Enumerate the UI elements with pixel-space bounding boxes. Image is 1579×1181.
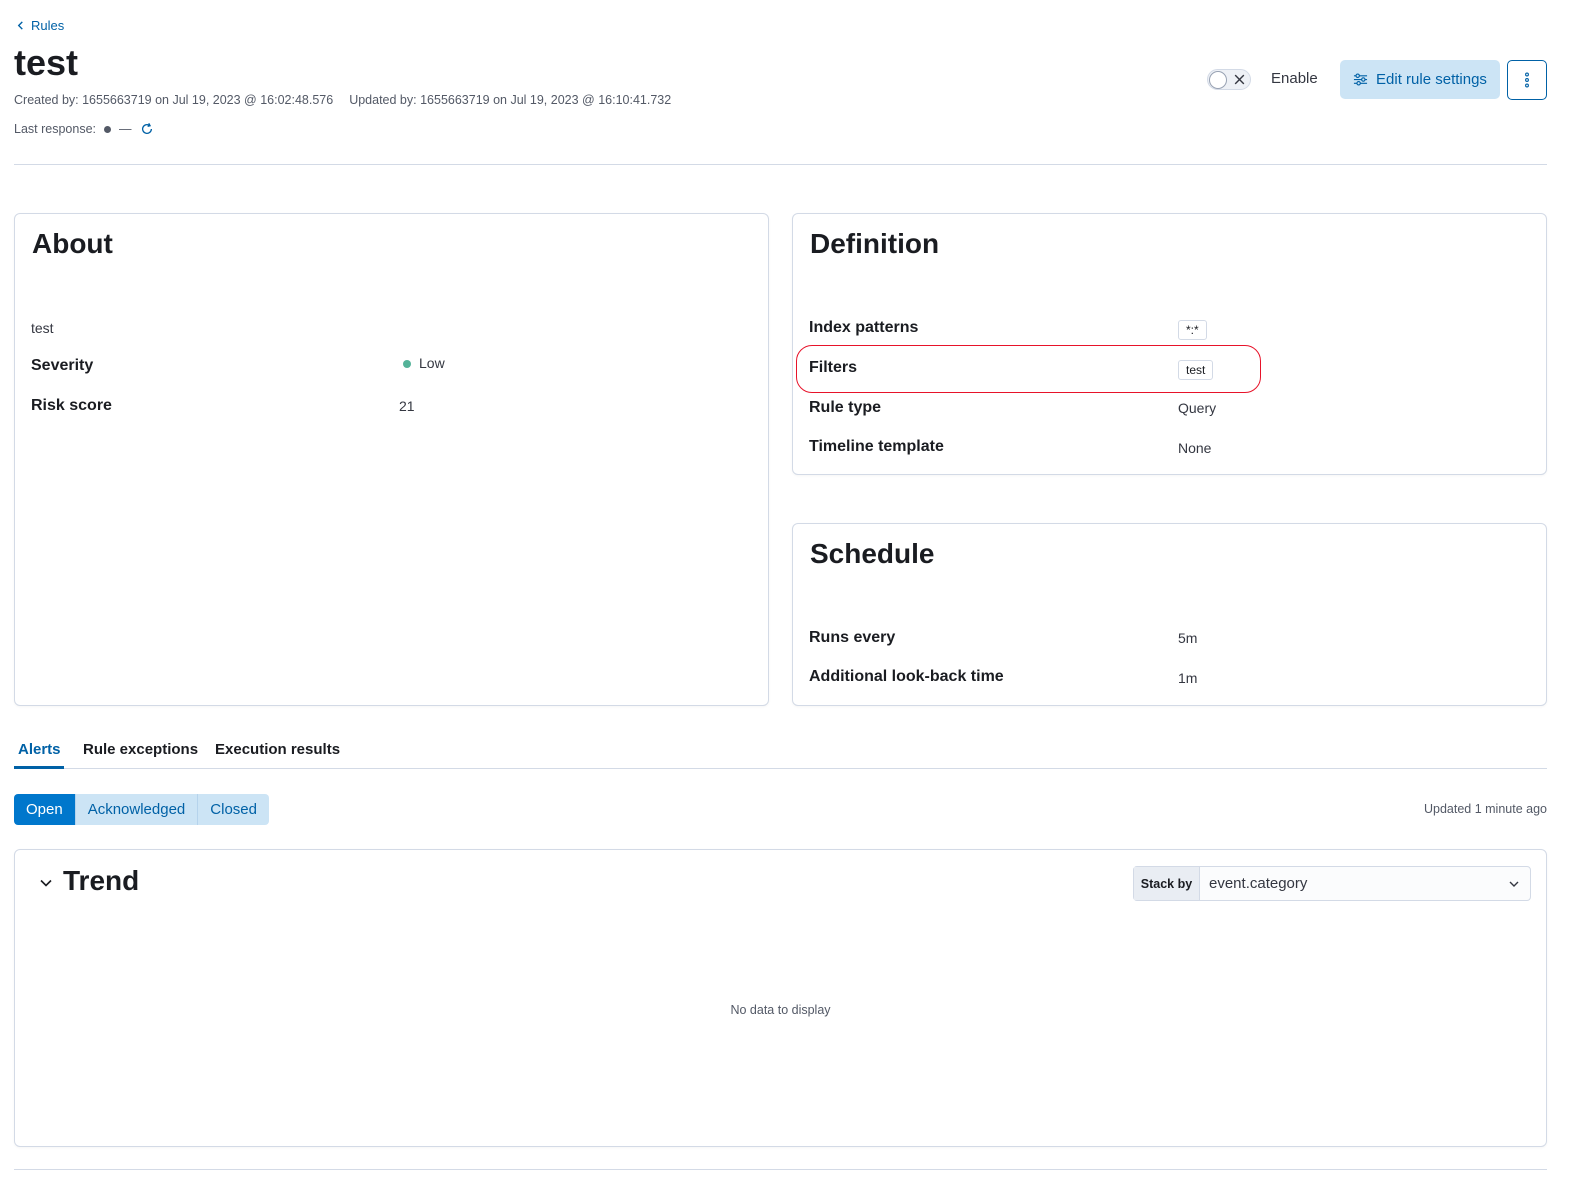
rule-meta: Created by: 1655663719 on Jul 19, 2023 @… (14, 93, 671, 107)
severity-label: Severity (31, 357, 94, 374)
enable-label: Enable (1271, 70, 1318, 87)
stack-by-chevron (1498, 867, 1530, 900)
active-tab-indicator (14, 766, 64, 769)
toggle-knob (1209, 71, 1227, 89)
created-by-text: Created by: 1655663719 on Jul 19, 2023 @… (14, 93, 334, 107)
about-panel: About test Severity Low Risk score 21 (14, 213, 769, 706)
chevron-left-icon (17, 21, 23, 30)
lookback-label: Additional look-back time (809, 668, 1004, 685)
no-data-message: No data to display (730, 1003, 831, 1017)
about-title: About (32, 228, 113, 259)
stack-by-value: event.category (1209, 875, 1308, 892)
settings-sliders-icon (1353, 73, 1368, 86)
index-patterns-label: Index patterns (809, 319, 919, 336)
index-pattern-badge: *:* (1178, 320, 1207, 340)
trend-panel: Trend Stack by event.category No data to… (14, 849, 1547, 1147)
chevron-down-icon (1509, 881, 1519, 887)
risk-score-value: 21 (399, 398, 415, 414)
tabs-divider (14, 768, 1547, 769)
timeline-template-label: Timeline template (809, 438, 944, 455)
lookback-value: 1m (1178, 670, 1198, 686)
severity-text: Low (419, 355, 445, 371)
tab-alerts[interactable]: Alerts (18, 741, 61, 758)
header-divider (14, 164, 1547, 165)
severity-value: Low (403, 355, 445, 371)
last-response-label: Last response: (14, 122, 96, 136)
status-open-button[interactable]: Open (14, 794, 76, 825)
status-acknowledged-button[interactable]: Acknowledged (75, 794, 199, 825)
updated-timestamp: Updated 1 minute ago (1423, 802, 1547, 816)
schedule-panel: Schedule Runs every 5m Additional look-b… (792, 523, 1547, 706)
definition-title: Definition (810, 228, 940, 259)
timeline-template-value: None (1178, 440, 1212, 456)
about-description: test (31, 320, 54, 336)
tab-execution-results[interactable]: Execution results (215, 741, 340, 758)
back-link-label: Rules (31, 18, 65, 33)
status-dot-icon (104, 125, 111, 133)
chevron-down-icon[interactable] (39, 876, 53, 890)
runs-every-value: 5m (1178, 630, 1198, 646)
more-actions-button[interactable] (1507, 60, 1547, 100)
rule-type-value: Query (1178, 400, 1217, 416)
severity-dot-icon (403, 360, 411, 369)
status-closed-button[interactable]: Closed (198, 794, 269, 825)
trend-title: Trend (63, 865, 140, 896)
tab-rule-exceptions[interactable]: Rule exceptions (83, 741, 198, 758)
runs-every-label: Runs every (809, 629, 896, 646)
close-icon (1234, 74, 1245, 85)
definition-panel: Definition Index patterns *:* Filters te… (792, 213, 1547, 475)
updated-by-text: Updated by: 1655663719 on Jul 19, 2023 @… (349, 93, 672, 107)
rule-type-label: Rule type (809, 399, 882, 416)
enable-toggle[interactable] (1207, 69, 1251, 90)
bottom-divider (14, 1169, 1547, 1170)
edit-button-label: Edit rule settings (1376, 71, 1487, 88)
risk-score-label: Risk score (31, 397, 112, 414)
last-response: Last response: — (14, 122, 154, 136)
filters-highlight-outline (796, 345, 1261, 393)
schedule-title: Schedule (810, 538, 935, 569)
edit-rule-settings-button[interactable]: Edit rule settings (1340, 60, 1500, 99)
refresh-icon[interactable] (140, 122, 154, 136)
stack-by-label: Stack by (1134, 867, 1200, 900)
page-title: test (14, 42, 79, 83)
back-to-rules-link[interactable]: Rules (16, 18, 64, 33)
stack-by-select[interactable]: Stack by event.category (1133, 866, 1531, 901)
last-response-value: — (119, 122, 132, 136)
more-vertical-icon (1525, 72, 1529, 88)
alert-status-filter: Open Acknowledged Closed (14, 794, 269, 825)
